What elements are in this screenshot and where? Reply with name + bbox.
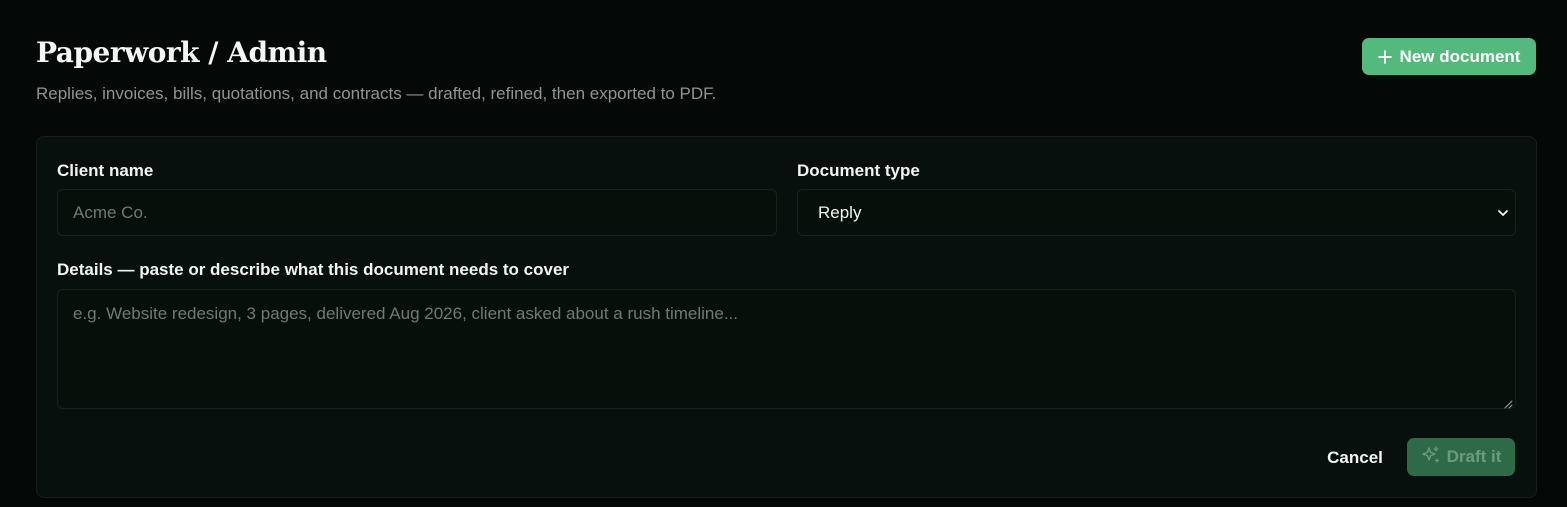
resize-grip-icon[interactable]: [1503, 396, 1513, 414]
sparkles-icon: [1421, 445, 1441, 470]
new-document-label: New document: [1399, 46, 1521, 66]
new-document-form: Client name Document type Reply Details …: [36, 136, 1537, 498]
document-type-select[interactable]: Reply: [797, 189, 1516, 236]
document-type-value: Reply: [818, 202, 862, 222]
client-name-label: Client name: [57, 161, 154, 180]
document-type-label: Document type: [797, 161, 920, 180]
paperwork-admin-page: Paperwork / Admin Replies, invoices, bil…: [0, 0, 1567, 507]
cancel-button[interactable]: Cancel: [1319, 439, 1391, 477]
new-document-button[interactable]: New document: [1362, 38, 1536, 75]
details-label: Details — paste or describe what this do…: [57, 260, 570, 279]
chevron-down-icon: [1497, 206, 1509, 224]
draft-it-label: Draft it: [1446, 447, 1502, 466]
page-title: Paperwork / Admin: [36, 36, 327, 69]
details-textarea[interactable]: [57, 289, 1516, 409]
plus-icon: [1377, 49, 1392, 64]
page-subtitle: Replies, invoices, bills, quotations, an…: [36, 84, 717, 103]
client-name-input[interactable]: [57, 189, 777, 236]
draft-it-button[interactable]: Draft it: [1407, 438, 1515, 476]
